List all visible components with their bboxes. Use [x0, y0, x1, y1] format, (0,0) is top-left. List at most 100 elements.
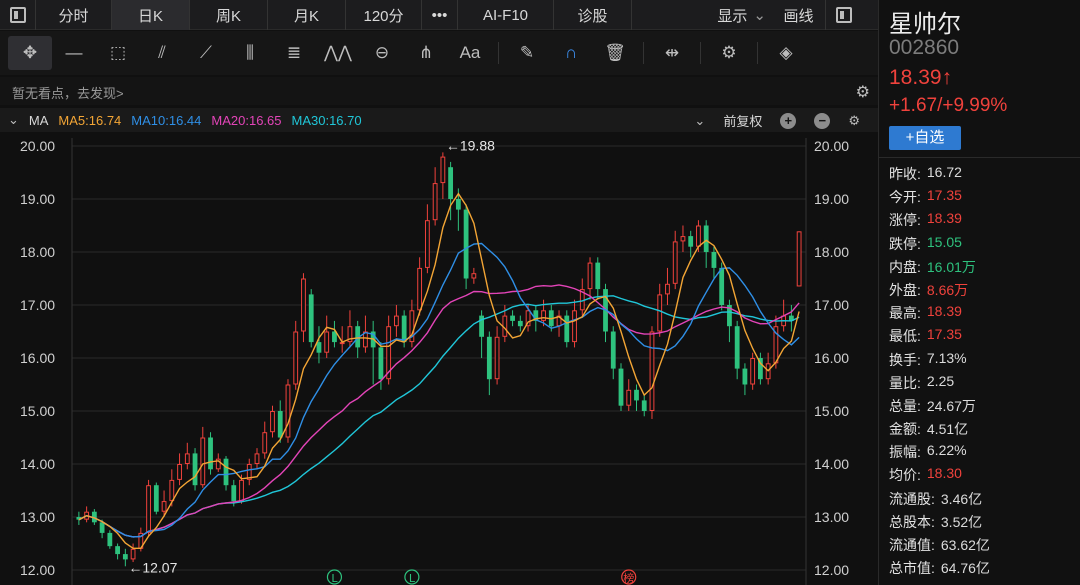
zoom-in-icon[interactable]: + — [780, 112, 797, 129]
tab-diagnose[interactable]: 诊股 — [554, 0, 632, 30]
gear-icon[interactable]: ⚙ — [848, 113, 860, 129]
ranking-marker-label: 榜 — [623, 571, 634, 585]
candle-body-down — [115, 546, 120, 555]
tab-weekly-k[interactable]: 周K — [190, 0, 268, 30]
candle-body-up — [324, 331, 330, 353]
candle-body-down — [378, 347, 384, 380]
lhb-marker-label: L — [409, 572, 416, 585]
more-tabs-button[interactable]: ••• — [422, 0, 458, 30]
tab-intraday[interactable]: 分时 — [36, 0, 112, 30]
candle-body-up — [541, 310, 546, 321]
candle-body-up — [394, 315, 399, 327]
ma-label[interactable]: MA — [29, 113, 49, 128]
segment-tool[interactable]: ⟋ — [184, 36, 228, 70]
parallel-tool[interactable]: ⫼ — [228, 36, 272, 70]
add-watchlist-button[interactable]: +自选 — [889, 126, 961, 150]
rectangle-tool[interactable]: ⬚ — [96, 36, 140, 70]
gear-icon[interactable]: ⚙ — [856, 82, 870, 102]
zoom-out-icon[interactable]: − — [814, 112, 831, 129]
drawing-toolbar: ✥ — ⬚ ⫽ ⟋ ⫼ ≣ ⋀⋀ ⊖ ⋔ Aa ✎ ∩ 🗑 ⇹ ⚙ ◈ — [0, 31, 878, 75]
stat-label: 最高: — [889, 305, 921, 322]
toolbar-divider — [757, 42, 758, 64]
y-tick-label-left: 17.00 — [20, 297, 55, 313]
candle-body-down — [231, 485, 237, 502]
stat-label: 均价: — [889, 467, 921, 484]
ma30-value: MA30:16.70 — [291, 112, 362, 128]
fan-tool[interactable]: ⫽ — [140, 36, 184, 70]
stat-label: 今开: — [889, 189, 921, 206]
candle-body-up — [680, 236, 686, 242]
candle-body-down — [688, 236, 694, 247]
fibonacci-tool[interactable]: ≣ — [272, 36, 316, 70]
left-panel-toggle[interactable] — [0, 0, 36, 30]
stat-value: 8.66万 — [926, 281, 969, 298]
stat-label: 内盘: — [889, 258, 921, 275]
candle-body-down — [401, 315, 407, 343]
tab-monthly-k[interactable]: 月K — [268, 0, 346, 30]
candle-body-up — [494, 336, 500, 380]
y-tick-label-left: 12.00 — [20, 562, 55, 578]
wave-tool[interactable]: ⋀⋀ — [316, 36, 360, 70]
magnet-tool[interactable]: ∩ — [549, 36, 593, 70]
stat-value: 3.46亿 — [940, 490, 983, 507]
split-icon: ⇹ — [664, 43, 680, 62]
stat-value: 17.35 — [926, 326, 962, 343]
kline-chart[interactable]: 20.00 20.00 19.00 19.00 18.00 18.00 17.00 17.00… — [0, 132, 878, 585]
candle-body-up — [471, 273, 477, 279]
candle-body-down — [107, 532, 113, 547]
gear-icon: ⚙ — [721, 43, 737, 62]
display-dropdown[interactable]: 显示 ⌄ — [632, 0, 772, 30]
candle-body-up — [161, 501, 167, 512]
draw-line-button[interactable]: 画线 — [772, 0, 826, 30]
rectangle-icon: ⬚ — [109, 43, 127, 62]
low-annotation: ←12.07 — [128, 559, 177, 575]
candle-body-up — [750, 358, 756, 385]
pitchfork-tool[interactable]: ⋔ — [404, 36, 448, 70]
stat-label: 换手: — [889, 351, 921, 368]
split-tool[interactable]: ⇹ — [650, 36, 694, 70]
text-tool[interactable]: Aa — [448, 36, 492, 70]
tab-ai-f10[interactable]: AI-F10 — [458, 0, 554, 30]
display-label: 显示 — [717, 7, 748, 25]
y-tick-label-right: 15.00 — [814, 403, 849, 419]
tab-120min[interactable]: 120分 — [346, 0, 422, 30]
candle-body-down — [308, 294, 314, 343]
candle-body-down — [153, 485, 159, 512]
chevron-down-icon[interactable]: ⌄ — [694, 113, 705, 129]
chevron-down-icon: ⌄ — [753, 7, 766, 24]
stat-label: 跌停: — [889, 235, 921, 252]
segment-icon: ⟋ — [200, 43, 212, 62]
candle-body-down — [610, 331, 616, 369]
candle-body-down — [455, 199, 461, 210]
candle-body-up — [587, 262, 593, 290]
cycle-tool[interactable]: ⊖ — [360, 36, 404, 70]
stat-row: 最高: 18.39 — [889, 303, 990, 326]
right-panel-toggle[interactable] — [826, 0, 862, 30]
settings-tool[interactable]: ⚙ — [707, 36, 751, 70]
y-tick-label-right: 12.00 — [814, 562, 849, 578]
stock-name: 星帅尔 — [889, 11, 961, 38]
highlights-link[interactable]: 暂无看点，去发现> — [12, 86, 124, 101]
candle-body-down — [641, 400, 647, 411]
stat-row: 流通股: 3.46亿 — [889, 489, 990, 512]
adjust-mode-button[interactable]: 前复权 — [723, 111, 762, 130]
stat-value: 18.30 — [926, 465, 962, 482]
delete-tool[interactable]: 🗑 — [593, 36, 637, 70]
ma-indicator-bar: ⌄ MA MA5:16.74 MA10:16.44 MA20:16.65 MA3… — [0, 108, 878, 132]
candle-body-up — [254, 453, 260, 464]
stat-row: 跌停: 15.05 — [889, 234, 990, 257]
ma10-line — [78, 242, 800, 538]
collapse-chevron-icon[interactable]: ⌄ — [8, 112, 19, 128]
stat-row: 总量: 24.67万 — [889, 396, 990, 419]
line-tool[interactable]: — — [52, 36, 96, 70]
crosshair-tool[interactable]: ✥ — [8, 36, 52, 70]
layers-tool[interactable]: ◈ — [764, 36, 808, 70]
candle-body-up — [130, 548, 136, 560]
tab-daily-k[interactable]: 日K — [112, 0, 190, 30]
stock-code: 002860 — [889, 36, 960, 59]
candle-body-down — [463, 209, 469, 279]
y-tick-label-right: 17.00 — [814, 297, 849, 313]
candle-body-up — [417, 267, 423, 311]
candle-body-up — [432, 183, 438, 221]
pen-tool[interactable]: ✎ — [505, 36, 549, 70]
